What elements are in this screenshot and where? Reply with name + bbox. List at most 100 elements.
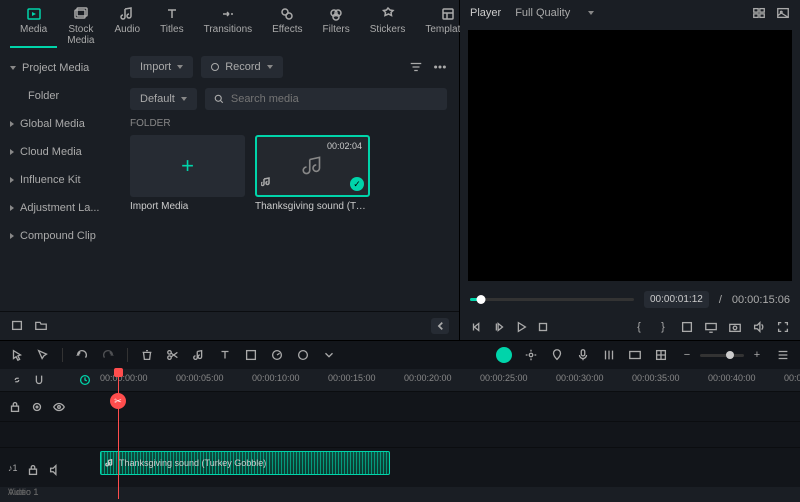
undo-icon[interactable] — [75, 348, 89, 362]
marker-icon[interactable] — [550, 348, 564, 362]
color-icon[interactable] — [296, 348, 310, 362]
tab-titles[interactable]: Titles — [150, 4, 194, 48]
track-audio-label: ♪1 — [8, 463, 18, 473]
tab-stock-media[interactable]: Stock Media — [57, 4, 104, 48]
delete-icon[interactable] — [140, 348, 154, 362]
collapse-icon[interactable] — [431, 318, 449, 334]
pointer-icon[interactable] — [10, 348, 24, 362]
tab-effects[interactable]: Effects — [262, 4, 312, 48]
playhead[interactable] — [118, 369, 119, 499]
chevron-right-icon — [10, 233, 14, 239]
tab-filters[interactable]: Filters — [313, 4, 360, 48]
chevron-right-icon — [10, 205, 14, 211]
chevron-right-icon — [10, 177, 14, 183]
snapshot-icon[interactable] — [728, 320, 742, 334]
speed-icon[interactable] — [270, 348, 284, 362]
media-clip-tile[interactable]: 00:02:04 ✓ Thanksgiving sound (Turkey... — [255, 135, 370, 212]
settings-icon[interactable] — [524, 348, 538, 362]
target-icon[interactable] — [30, 400, 44, 414]
ruler-tick: 00:00:00:00 — [100, 373, 148, 383]
search-input[interactable] — [205, 88, 447, 110]
import-button[interactable]: Import — [130, 56, 193, 78]
crop-tool-icon[interactable] — [244, 348, 258, 362]
ruler-tick: 00:00:15:00 — [328, 373, 376, 383]
audio-clip[interactable]: Thanksgiving sound (Turkey Gobble) — [100, 451, 390, 475]
scrub-handle[interactable] — [477, 295, 486, 304]
mixer-icon[interactable] — [602, 348, 616, 362]
preview-viewport[interactable] — [468, 30, 792, 281]
select-icon[interactable] — [36, 348, 50, 362]
list-view-icon[interactable] — [776, 348, 790, 362]
chevron-down-icon — [588, 11, 594, 15]
tab-transitions[interactable]: Transitions — [194, 4, 263, 48]
mic-icon[interactable] — [576, 348, 590, 362]
sidebar-item-project-media[interactable]: Project Media — [0, 54, 118, 82]
display-icon[interactable] — [704, 320, 718, 334]
zoom-slider[interactable] — [700, 354, 744, 357]
redo-icon[interactable] — [101, 348, 115, 362]
cut-marker[interactable]: ✂ — [110, 393, 126, 409]
ai-icon[interactable] — [496, 347, 512, 363]
sidebar-item-cloud-media[interactable]: Cloud Media — [0, 138, 118, 166]
sidebar-item-label: Compound Clip — [20, 230, 96, 242]
link-icon[interactable] — [10, 373, 24, 387]
ruler-tick: 00:00:40:00 — [708, 373, 756, 383]
eye-icon[interactable] — [52, 400, 66, 414]
more-tools-icon[interactable] — [322, 348, 336, 362]
sidebar-item-compound-clip[interactable]: Compound Clip — [0, 222, 118, 250]
chevron-right-icon — [10, 121, 14, 127]
mark-out-icon[interactable]: } — [656, 320, 670, 334]
music-icon — [105, 458, 115, 468]
record-button[interactable]: Record — [201, 56, 282, 78]
new-folder-icon[interactable] — [34, 318, 48, 332]
ruler-tick: 00:00:05:00 — [176, 373, 224, 383]
play-icon[interactable] — [514, 320, 528, 334]
more-icon[interactable] — [433, 60, 447, 74]
step-back-icon[interactable] — [492, 320, 506, 334]
magnet-icon[interactable] — [32, 373, 46, 387]
video-track-1[interactable]: Video 1 — [0, 421, 800, 447]
lock-icon[interactable] — [26, 463, 40, 477]
volume-icon[interactable] — [752, 320, 766, 334]
chevron-down-icon — [177, 65, 183, 69]
check-icon: ✓ — [350, 177, 364, 191]
render-icon[interactable] — [628, 348, 642, 362]
quality-dropdown[interactable]: Full Quality — [515, 7, 594, 19]
audio-track-1[interactable]: ♪1 Audio 1 Thanksgiving sound (Turkey Go… — [0, 447, 800, 487]
tab-stickers[interactable]: Stickers — [360, 4, 416, 48]
import-media-tile[interactable]: + Import Media — [130, 135, 245, 212]
lock-icon[interactable] — [8, 400, 22, 414]
default-dropdown[interactable]: Default — [130, 88, 197, 110]
folder-label: FOLDER — [130, 118, 447, 129]
ruler-tick: 00:00:30:00 — [556, 373, 604, 383]
ruler-tick: 00:00:35:00 — [632, 373, 680, 383]
scrub-bar[interactable] — [470, 298, 634, 301]
zoom-out-icon[interactable]: − — [680, 348, 694, 362]
tab-media[interactable]: Media — [10, 4, 57, 48]
mute-icon[interactable] — [48, 463, 62, 477]
sidebar-item-adjustment-layer[interactable]: Adjustment La... — [0, 194, 118, 222]
crop-icon[interactable] — [680, 320, 694, 334]
grid-icon[interactable] — [654, 348, 668, 362]
fullscreen-icon[interactable] — [776, 320, 790, 334]
image-icon[interactable] — [776, 6, 790, 20]
tab-audio[interactable]: Audio — [104, 4, 150, 48]
zoom-in-icon[interactable]: + — [750, 348, 764, 362]
sidebar-item-folder[interactable]: Folder — [0, 82, 118, 110]
filter-icon[interactable] — [409, 60, 423, 74]
text-icon[interactable] — [218, 348, 232, 362]
stop-icon[interactable] — [536, 320, 550, 334]
player-title: Player — [470, 7, 501, 19]
audio-detach-icon[interactable] — [192, 348, 206, 362]
sidebar-item-influence-kit[interactable]: Influence Kit — [0, 166, 118, 194]
chevron-down-icon — [267, 65, 273, 69]
mark-in-icon[interactable]: { — [632, 320, 646, 334]
prev-frame-icon[interactable] — [470, 320, 484, 334]
sidebar-item-global-media[interactable]: Global Media — [0, 110, 118, 138]
chevron-down-icon — [10, 66, 16, 70]
split-icon[interactable] — [166, 348, 180, 362]
sidebar-item-label: Global Media — [20, 118, 85, 130]
bin-icon[interactable] — [10, 318, 24, 332]
auto-ripple-icon[interactable] — [78, 373, 92, 387]
grid-view-icon[interactable] — [752, 6, 766, 20]
